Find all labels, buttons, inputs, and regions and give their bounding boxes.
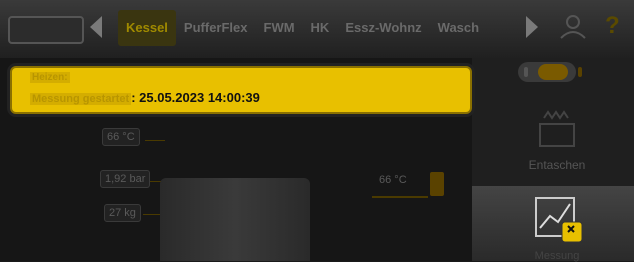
temperature-value: 66 °C — [102, 128, 140, 146]
ash-removal-icon[interactable] — [536, 108, 578, 148]
notification-label: Messung gestartet — [30, 93, 132, 105]
notification-message: Messung gestartet: 25.05.2023 14:00:39 — [30, 89, 260, 105]
tab-essz-wohnz[interactable]: Essz-Wohnz — [337, 10, 429, 46]
connector-line — [372, 196, 428, 198]
toggle-knob — [538, 64, 568, 80]
buffer-temperature-value: 66 °C — [379, 174, 407, 186]
eta-logo — [8, 16, 84, 44]
help-icon[interactable]: ? — [605, 12, 620, 40]
tab-bar: Kessel PufferFlex FWM HK Essz-Wohnz Wasc… — [118, 10, 487, 46]
tab-pufferflex[interactable]: PufferFlex — [176, 10, 256, 46]
service-icon[interactable] — [558, 14, 588, 40]
pressure-value: 1,92 bar — [100, 170, 151, 188]
tab-wasch[interactable]: Wasch — [430, 10, 487, 46]
notification-heading: Heizen: — [30, 72, 70, 83]
boiler-graphic — [160, 178, 310, 261]
tab-hk[interactable]: HK — [303, 10, 338, 46]
notification-datetime: : 25.05.2023 14:00:39 — [131, 90, 260, 105]
tab-fwm[interactable]: FWM — [256, 10, 303, 46]
weight-value: 27 kg — [104, 204, 141, 222]
connector-line — [145, 140, 165, 141]
entaschen-label[interactable]: Entaschen — [512, 158, 602, 172]
tab-scroll-right-icon[interactable] — [526, 16, 538, 38]
tab-kessel[interactable]: Kessel — [118, 10, 176, 46]
tab-scroll-left-icon[interactable] — [90, 16, 102, 38]
measurement-chart-icon — [535, 197, 583, 243]
toggle-on-mark — [578, 67, 582, 77]
tank-icon — [430, 172, 444, 196]
toggle-off-mark — [524, 67, 528, 77]
messung-label[interactable]: Messung — [512, 250, 602, 262]
